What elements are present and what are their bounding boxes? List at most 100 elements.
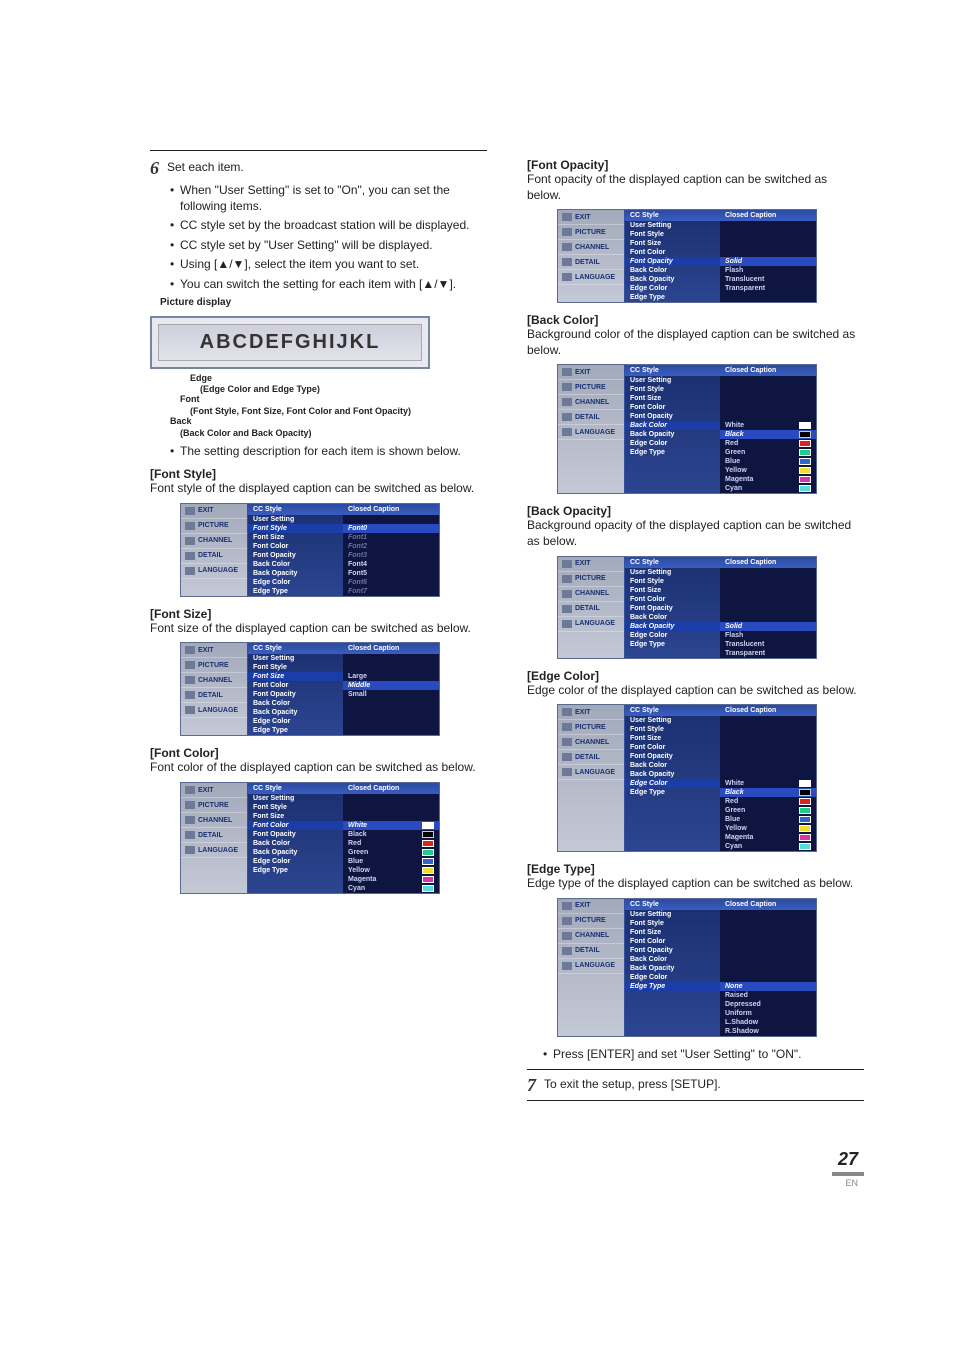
sidebar-icon: [562, 917, 572, 925]
picture-display-label: Picture display: [160, 297, 487, 308]
sidebar-icon: [562, 228, 572, 236]
option-row: Red: [720, 439, 816, 448]
menu-row: Edge Color: [625, 284, 720, 293]
sidebar-item: DETAIL: [558, 750, 624, 765]
menu-row: Back Color: [248, 560, 343, 569]
option-row: Solid: [720, 257, 816, 266]
sidebar-icon: [562, 932, 572, 940]
bullet-item: CC style set by "User Setting" will be d…: [170, 238, 487, 254]
menu-screenshot: EXITPICTURECHANNELDETAILLANGUAGECC Style…: [180, 782, 440, 894]
menu-row: Font Color: [248, 542, 343, 551]
option-row: Red: [343, 839, 439, 848]
option-row: Green: [720, 448, 816, 457]
option-row: White: [720, 421, 816, 430]
menu-title: Closed Caption: [720, 705, 816, 716]
menu-row: Font Color: [625, 248, 720, 257]
sidebar-item: EXIT: [181, 504, 247, 519]
color-swatch: [799, 780, 811, 787]
menu-row: User Setting: [625, 716, 720, 725]
option-row: None: [720, 982, 816, 991]
menu-row: Font Style: [248, 803, 343, 812]
option-row: Green: [343, 848, 439, 857]
section-desc: Font style of the displayed caption can …: [150, 481, 487, 497]
menu-row: Back Opacity: [248, 569, 343, 578]
menu-header: CC Style: [625, 210, 720, 221]
menu-row: Edge Type: [625, 982, 720, 991]
bullet-list: When "User Setting" is set to "On", you …: [170, 183, 487, 293]
sidebar-item: EXIT: [181, 783, 247, 798]
color-swatch: [422, 858, 434, 865]
menu-header: CC Style: [625, 705, 720, 716]
section-desc: Font size of the displayed caption can b…: [150, 621, 487, 637]
page-lang: EN: [0, 1178, 858, 1188]
option-row: Black: [720, 430, 816, 439]
sidebar-icon: [185, 646, 195, 654]
option-row: Yellow: [343, 866, 439, 875]
sidebar-item: DETAIL: [181, 688, 247, 703]
color-swatch: [799, 834, 811, 841]
option-row: Black: [343, 830, 439, 839]
option-row: Font3: [343, 551, 439, 560]
menu-row: Font Opacity: [625, 752, 720, 761]
color-swatch: [422, 867, 434, 874]
option-row: Font1: [343, 533, 439, 542]
menu-row: Font Style: [625, 725, 720, 734]
menu-screenshot: EXITPICTURECHANNELDETAILLANGUAGECC Style…: [180, 503, 440, 597]
sidebar-icon: [185, 801, 195, 809]
sidebar-item: LANGUAGE: [558, 617, 624, 632]
menu-row: Font Size: [625, 239, 720, 248]
sidebar-icon: [185, 661, 195, 669]
sidebar-icon: [562, 413, 572, 421]
option-row: Translucent: [720, 640, 816, 649]
option-row: White: [343, 821, 439, 830]
menu-row: Back Opacity: [625, 622, 720, 631]
menu-row: Edge Type: [248, 866, 343, 875]
sidebar-item: DETAIL: [181, 549, 247, 564]
sidebar-item: PICTURE: [558, 914, 624, 929]
sidebar-icon: [562, 243, 572, 251]
color-swatch: [799, 476, 811, 483]
menu-row: Back Color: [248, 839, 343, 848]
menu-row: Font Opacity: [625, 412, 720, 421]
menu-row: Font Style: [625, 577, 720, 586]
option-row: Middle: [343, 681, 439, 690]
color-swatch: [799, 825, 811, 832]
menu-row: Font Size: [625, 928, 720, 937]
menu-row: Font Color: [625, 937, 720, 946]
sidebar-icon: [562, 398, 572, 406]
menu-row: Back Color: [625, 613, 720, 622]
menu-row: Font Style: [625, 230, 720, 239]
menu-row: Edge Type: [248, 587, 343, 596]
menu-row: Font Size: [625, 586, 720, 595]
menu-row: Back Color: [625, 955, 720, 964]
sidebar-icon: [562, 620, 572, 628]
page-footer: 27 EN: [0, 1149, 954, 1228]
color-swatch: [799, 843, 811, 850]
annot-edge: Edge: [190, 373, 487, 385]
option-row: Yellow: [720, 824, 816, 833]
sidebar-item: PICTURE: [558, 720, 624, 735]
sidebar-icon: [185, 552, 195, 560]
menu-row: Edge Color: [248, 578, 343, 587]
sidebar-item: EXIT: [181, 643, 247, 658]
sidebar-item: EXIT: [558, 365, 624, 380]
color-swatch: [799, 449, 811, 456]
menu-row: Back Opacity: [248, 848, 343, 857]
option-row: Font0: [343, 524, 439, 533]
menu-row: User Setting: [625, 221, 720, 230]
sidebar-item: CHANNEL: [558, 240, 624, 255]
sidebar-item: DETAIL: [181, 828, 247, 843]
section-title: [Back Color]: [527, 313, 864, 327]
menu-row: Font Color: [625, 743, 720, 752]
sidebar-item: DETAIL: [558, 944, 624, 959]
color-swatch: [422, 840, 434, 847]
press-enter-note: Press [ENTER] and set "User Setting" to …: [543, 1047, 864, 1061]
sidebar-icon: [185, 691, 195, 699]
sidebar-icon: [562, 605, 572, 613]
menu-row: Edge Type: [625, 293, 720, 302]
sidebar-item: LANGUAGE: [181, 564, 247, 579]
bullet-item: CC style set by the broadcast station wi…: [170, 218, 487, 234]
menu-row: User Setting: [625, 568, 720, 577]
section-title: [Font Opacity]: [527, 158, 864, 172]
sidebar-icon: [562, 428, 572, 436]
